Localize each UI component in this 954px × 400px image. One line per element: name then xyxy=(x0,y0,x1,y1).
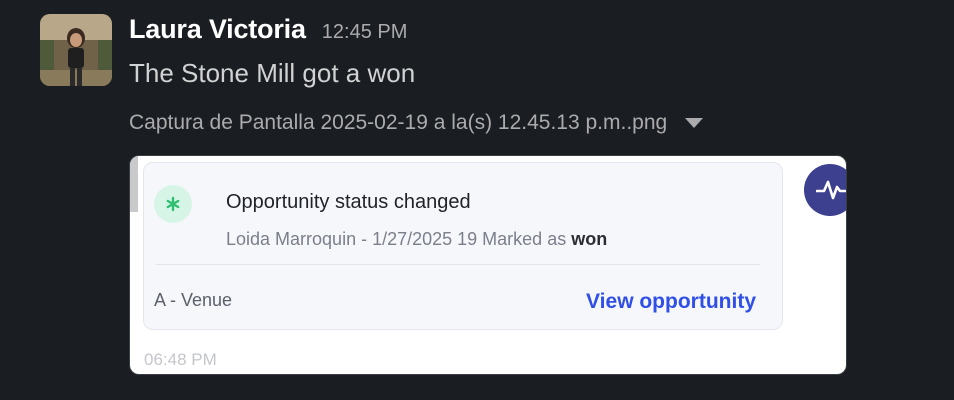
notification-detail: Loida Marroquin - 1/27/2025 19 Marked as… xyxy=(226,229,607,250)
chat-message: Laura Victoria 12:45 PM The Stone Mill g… xyxy=(0,0,954,400)
message-header: Laura Victoria 12:45 PM xyxy=(129,14,407,50)
message-text: The Stone Mill got a won xyxy=(129,58,416,88)
view-opportunity-link: View opportunity xyxy=(586,290,756,313)
venue-label: A - Venue xyxy=(154,290,233,310)
image-preview[interactable]: Opportunity status changed Loida Marroqu… xyxy=(129,155,847,375)
notification-card: Opportunity status changed Loida Marroqu… xyxy=(143,162,783,330)
avatar[interactable] xyxy=(40,14,112,86)
divider xyxy=(156,264,760,265)
asterisk-icon xyxy=(154,185,192,223)
notification-title: Opportunity status changed xyxy=(226,191,471,213)
notification-detail-text: Loida Marroquin - 1/27/2025 19 Marked as xyxy=(226,229,567,249)
chevron-down-icon[interactable] xyxy=(685,118,704,128)
message-timestamp[interactable]: 12:45 PM xyxy=(322,21,408,44)
attachment-file-name[interactable]: Captura de Pantalla 2025-02-19 a la(s) 1… xyxy=(129,111,667,135)
scrollbar-edge xyxy=(130,156,138,212)
notification-status: won xyxy=(571,229,608,249)
preview-timestamp: 06:48 PM xyxy=(144,350,217,369)
sender-name[interactable]: Laura Victoria xyxy=(129,14,306,45)
attachment-header: Captura de Pantalla 2025-02-19 a la(s) 1… xyxy=(129,111,704,135)
activity-icon xyxy=(804,164,846,216)
